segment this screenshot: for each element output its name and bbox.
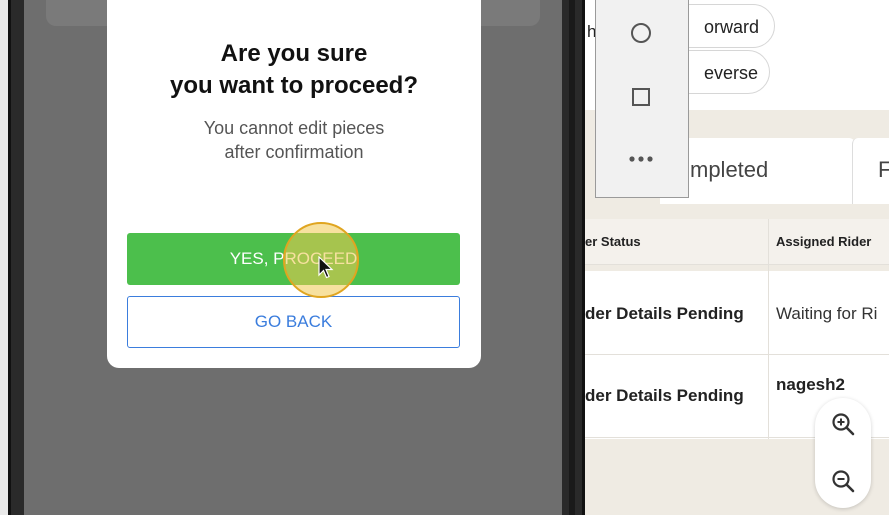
column-header-assigned-rider: Assigned Rider <box>776 234 872 249</box>
dialog-title-line1: Are you sure <box>220 40 368 67</box>
home-button[interactable] <box>608 10 674 56</box>
left-background-strip <box>0 0 8 515</box>
table-cell-status: der Details Pending <box>585 386 744 405</box>
go-back-button[interactable]: GO BACK <box>127 296 460 348</box>
dialog-title-line2: you want to proceed? <box>169 72 418 99</box>
dialog-subtitle-line1: You cannot edit pieces <box>203 118 385 138</box>
more-options-button[interactable] <box>608 136 674 182</box>
table-divider <box>585 265 889 271</box>
dialog-subtitle-line2: after confirmation <box>224 142 364 162</box>
dialog-title: Are you sure you want to proceed? <box>107 38 481 102</box>
more-icon <box>629 156 653 162</box>
row-divider <box>585 354 889 355</box>
column-header-status: er Status <box>585 234 641 249</box>
table-cell-status: der Details Pending <box>585 304 744 323</box>
circle-icon <box>631 23 651 43</box>
zoom-out-icon <box>832 470 855 493</box>
column-divider <box>768 219 769 439</box>
tab-next-label: F <box>878 157 889 182</box>
zoom-in-button[interactable] <box>815 398 871 450</box>
mouse-cursor-icon <box>318 255 334 280</box>
zoom-in-icon <box>832 413 855 436</box>
square-icon <box>632 88 650 106</box>
table-cell-rider: nagesh2 <box>776 375 845 394</box>
phone-frame-left <box>8 0 24 515</box>
phone-frame-inner-edge <box>569 0 575 515</box>
overview-button[interactable] <box>608 74 674 120</box>
zoom-out-button[interactable] <box>815 455 871 507</box>
table-cell-rider: Waiting for Ri <box>776 304 878 323</box>
dialog-subtitle: You cannot edit pieces after confirmatio… <box>107 116 481 164</box>
tab-completed-label: mpleted <box>690 157 769 182</box>
